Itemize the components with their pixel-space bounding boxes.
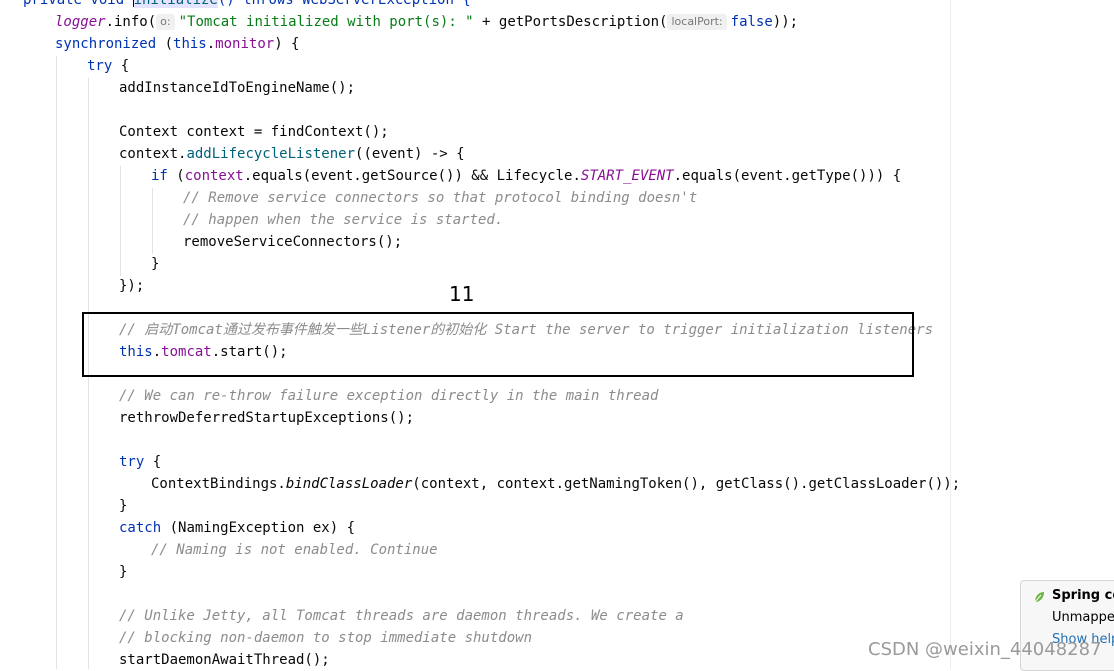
- code-line: rethrowDeferredStartupExceptions();: [119, 410, 415, 426]
- indent-guide: [56, 56, 57, 669]
- indent-guide: [120, 166, 121, 276]
- param-hint: localPort:: [667, 14, 727, 30]
- code-comment: // Unlike Jetty, all Tomcat threads are …: [119, 608, 684, 624]
- code-comment: // happen when the service is started.: [183, 212, 504, 228]
- notification-title: Spring cor: [1052, 588, 1114, 603]
- code-line: Context context = findContext();: [119, 124, 389, 140]
- notification-body: Unmapped: [1052, 610, 1114, 625]
- code-line: if (context.equals(event.getSource()) &&…: [151, 168, 902, 184]
- indent-guide: [152, 188, 153, 254]
- code-line: logger.info(o: "Tomcat initialized with p…: [55, 14, 799, 30]
- code-comment: // blocking non-daemon to stop immediate…: [119, 630, 533, 646]
- code-line: removeServiceConnectors();: [183, 234, 403, 250]
- param-hint: o:: [156, 14, 175, 30]
- code-comment: // Naming is not enabled. Continue: [151, 542, 438, 558]
- code-comment: // Remove service connectors so that pro…: [183, 190, 698, 206]
- annotation-box: [82, 312, 914, 377]
- code-line: synchronized (this.monitor) {: [55, 36, 300, 52]
- annotation-number: 11: [449, 282, 475, 306]
- code-line: catch (NamingException ex) {: [119, 520, 356, 536]
- spring-leaf-icon: [1034, 592, 1044, 603]
- code-line: ContextBindings.bindClassLoader(context,…: [151, 476, 961, 492]
- code-line: startDaemonAwaitThread();: [119, 652, 330, 668]
- right-margin-guide: [950, 0, 951, 669]
- code-line: }: [119, 564, 128, 580]
- code-editor[interactable]: private void initialize() throws WebServ…: [0, 0, 1114, 669]
- code-comment: // We can re-throw failure exception dir…: [119, 388, 659, 404]
- code-line: addInstanceIdToEngineName();: [119, 80, 356, 96]
- code-line: }: [119, 498, 128, 514]
- code-line: context.addLifecycleListener((event) -> …: [119, 146, 465, 162]
- watermark: CSDN @weixin_44048287: [868, 639, 1102, 660]
- code-line: try {: [119, 454, 162, 470]
- code-line: });: [119, 278, 145, 294]
- code-line: private void initialize() throws WebServ…: [23, 0, 471, 11]
- code-line: try {: [87, 58, 130, 74]
- code-line: }: [151, 256, 160, 272]
